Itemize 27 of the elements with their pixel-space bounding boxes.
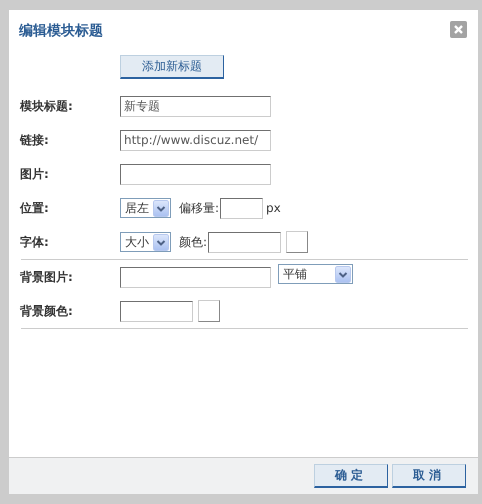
input-field[interactable] bbox=[220, 198, 264, 218]
field-caption: 偏移量: bbox=[179, 200, 220, 216]
input-field[interactable] bbox=[120, 300, 193, 322]
add-title-button[interactable]: 添加新标题 bbox=[120, 55, 224, 79]
color-swatch[interactable] bbox=[286, 231, 308, 253]
field-label: 图片: bbox=[20, 166, 50, 182]
color-swatch[interactable] bbox=[198, 300, 220, 322]
field-label: 字体: bbox=[20, 234, 50, 250]
field-caption: 颜色: bbox=[179, 234, 208, 250]
field-label: 链接: bbox=[20, 132, 50, 148]
dialog-title: 编辑模块标题 bbox=[19, 22, 103, 41]
dropdown[interactable]: 大小 bbox=[120, 232, 171, 252]
input-field[interactable]: http://www.discuz.net/ bbox=[120, 130, 271, 150]
field-label: 位置: bbox=[20, 200, 50, 216]
field-label: 背景颜色: bbox=[20, 302, 74, 320]
dropdown[interactable]: 平铺 bbox=[278, 264, 353, 284]
field-label: 背景图片: bbox=[20, 268, 74, 286]
close-icon[interactable] bbox=[450, 21, 467, 38]
confirm-button[interactable]: 确定 bbox=[314, 464, 388, 488]
dropdown[interactable]: 居左 bbox=[120, 198, 171, 218]
input-field[interactable]: 新专题 bbox=[120, 96, 271, 116]
input-field[interactable] bbox=[120, 164, 271, 184]
field-label: 模块标题: bbox=[20, 98, 74, 114]
field-caption: px bbox=[266, 201, 281, 215]
input-field[interactable] bbox=[120, 266, 271, 288]
cancel-button[interactable]: 取消 bbox=[392, 464, 466, 488]
input-field[interactable] bbox=[208, 232, 282, 252]
